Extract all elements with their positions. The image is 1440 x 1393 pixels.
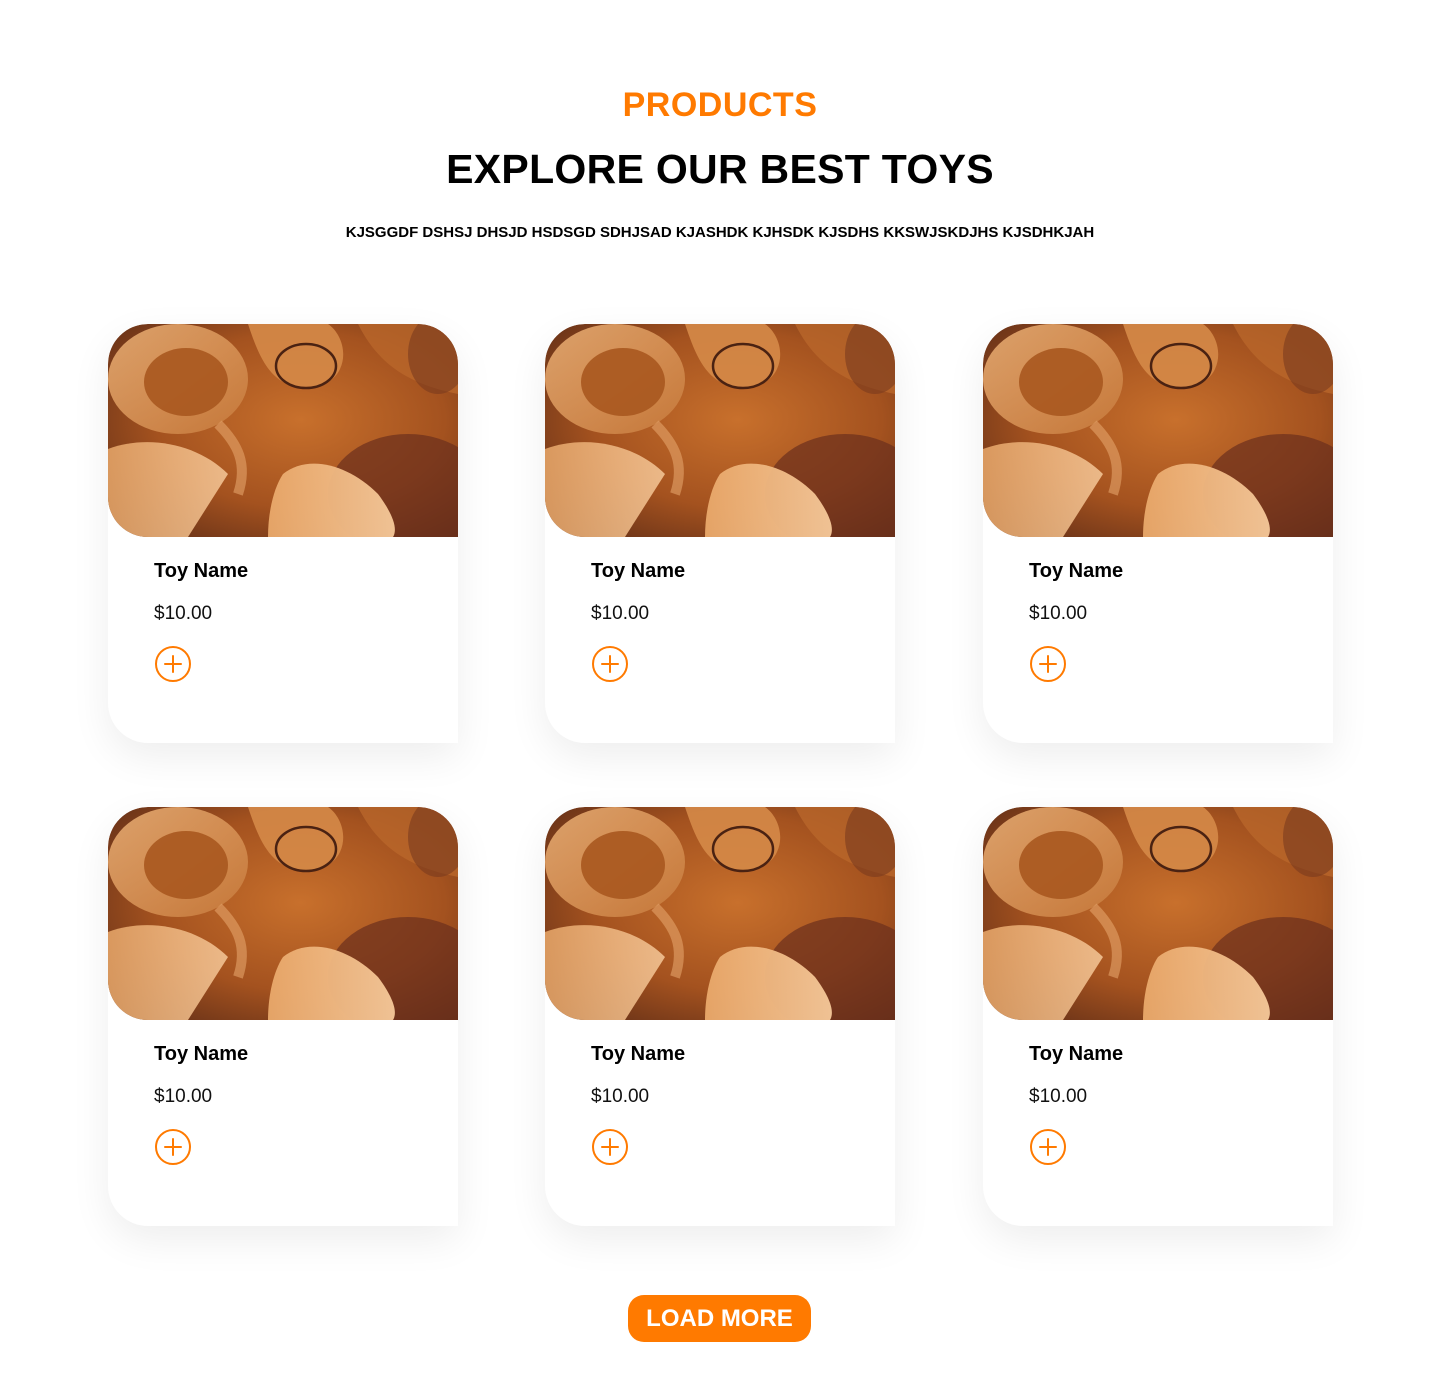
product-name[interactable]: Toy Name — [1029, 1043, 1123, 1066]
add-to-cart-button[interactable] — [155, 1129, 191, 1165]
product-card[interactable]: Toy Name $10.00 — [983, 324, 1333, 743]
product-card[interactable]: Toy Name $10.00 — [545, 324, 895, 743]
wood-shavings-photo — [108, 807, 458, 1020]
section-title: EXPLORE OUR BEST TOYS — [446, 146, 994, 192]
product-card[interactable]: Toy Name $10.00 — [108, 807, 458, 1226]
wood-shavings-photo — [545, 324, 895, 537]
add-to-cart-button[interactable] — [155, 646, 191, 682]
plus-circle-icon — [164, 655, 182, 673]
product-card[interactable]: Toy Name $10.00 — [983, 807, 1333, 1226]
product-price: $10.00 — [1029, 603, 1088, 624]
product-price: $10.00 — [154, 1086, 213, 1107]
product-image[interactable] — [545, 324, 895, 537]
product-price: $10.00 — [591, 1086, 650, 1107]
product-image[interactable] — [983, 324, 1333, 537]
plus-circle-icon — [164, 1138, 182, 1156]
wood-shavings-photo — [983, 807, 1333, 1020]
product-name[interactable]: Toy Name — [1029, 560, 1123, 583]
add-to-cart-button[interactable] — [1030, 1129, 1066, 1165]
add-to-cart-button[interactable] — [1030, 646, 1066, 682]
section-eyebrow: PRODUCTS — [622, 86, 818, 124]
product-card[interactable]: Toy Name $10.00 — [545, 807, 895, 1226]
product-name[interactable]: Toy Name — [154, 1043, 248, 1066]
product-image[interactable] — [108, 807, 458, 1020]
product-image[interactable] — [108, 324, 458, 537]
product-image[interactable] — [545, 807, 895, 1020]
add-to-cart-button[interactable] — [592, 646, 628, 682]
plus-circle-icon — [601, 655, 619, 673]
section-subtitle: KJSGGDF DSHSJ DHSJD HSDSGD SDHJSAD KJASH… — [345, 224, 1095, 241]
product-price: $10.00 — [591, 603, 650, 624]
product-image[interactable] — [983, 807, 1333, 1020]
plus-circle-icon — [1039, 655, 1057, 673]
product-price: $10.00 — [1029, 1086, 1088, 1107]
add-to-cart-button[interactable] — [592, 1129, 628, 1165]
product-name[interactable]: Toy Name — [591, 560, 685, 583]
load-more-button[interactable]: LOAD MORE — [628, 1295, 811, 1342]
wood-shavings-photo — [545, 807, 895, 1020]
product-name[interactable]: Toy Name — [154, 560, 248, 583]
product-price: $10.00 — [154, 603, 213, 624]
wood-shavings-photo — [983, 324, 1333, 537]
plus-circle-icon — [601, 1138, 619, 1156]
plus-circle-icon — [1039, 1138, 1057, 1156]
product-name[interactable]: Toy Name — [591, 1043, 685, 1066]
wood-shavings-photo — [108, 324, 458, 537]
product-card[interactable]: Toy Name $10.00 — [108, 324, 458, 743]
